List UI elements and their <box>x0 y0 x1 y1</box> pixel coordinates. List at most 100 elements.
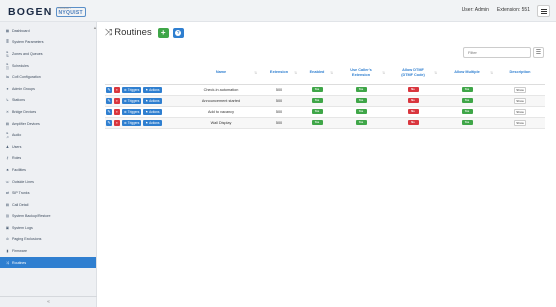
row-actions-cell: ✎ ▪ ⚙ Triggers ⚑ Actions <box>105 117 183 129</box>
sidebar-item-icon: ▤ <box>5 202 10 207</box>
show-description-button[interactable]: Show <box>514 97 526 104</box>
allow-dtmf-cell: No <box>387 117 439 129</box>
sidebar-item-label: Firmware <box>12 249 27 254</box>
show-description-button[interactable]: Show <box>514 119 526 126</box>
column-header-enabled[interactable]: Enabled ⇅ <box>299 62 335 85</box>
sidebar-item-label: Outside Lines <box>12 179 34 184</box>
column-header-allow-multiple[interactable]: Allow Multiple ⇅ <box>439 62 495 85</box>
allow-dtmf-cell: No <box>387 84 439 96</box>
sidebar-item-zones-and-queues[interactable]: ▸ ⇅ Zones and Queues <box>0 48 96 60</box>
description-cell: Show <box>495 84 545 96</box>
sidebar-item-label: System Backup/Restore <box>12 214 51 219</box>
triggers-button[interactable]: ⚙ Triggers <box>122 108 142 115</box>
pencil-icon: ✎ <box>107 120 111 125</box>
sidebar-item-outside-lines[interactable]: ☏ Outside Lines <box>0 176 96 188</box>
hamburger-menu-button[interactable] <box>537 5 550 17</box>
sidebar-item-audio[interactable]: ▸ ♫ Audio <box>0 129 96 141</box>
sidebar-item-system-backup-restore[interactable]: ▥ System Backup/Restore <box>0 211 96 223</box>
sort-icon: ⇅ <box>254 70 257 75</box>
column-header-description[interactable]: Description <box>495 62 545 85</box>
triggers-button[interactable]: ⚙ Triggers <box>122 119 142 126</box>
sidebar-item-users[interactable]: ♟ Users <box>0 141 96 153</box>
sidebar-item-system-logs[interactable]: ▣ System Logs <box>0 222 96 234</box>
row-actions-cell: ✎ ▪ ⚙ Triggers ⚑ Actions <box>105 95 183 107</box>
sort-icon: ⇅ <box>330 70 333 75</box>
sidebar-item-routines[interactable]: ⤨ Routines <box>0 256 96 269</box>
sidebar-item-bridge-devices[interactable]: ✕ Bridge Devices <box>0 106 96 118</box>
row-actions-cell: ✎ ▪ ⚙ Triggers ⚑ Actions <box>105 106 183 118</box>
sidebar-item-label: Roles <box>12 156 22 161</box>
help-button[interactable]: ? <box>172 27 184 38</box>
use-caller-cell: Yes <box>335 95 387 107</box>
column-header-extension[interactable]: Extension ⇅ <box>259 62 299 85</box>
scroll-up-icon[interactable]: ▲ <box>93 25 97 30</box>
sidebar-item-firmware[interactable]: ▮ Firmware <box>0 245 96 257</box>
hamburger-icon-line <box>540 12 547 14</box>
edit-button[interactable]: ✎ <box>106 86 112 93</box>
sidebar-item-icon: ▸ ♫ <box>6 131 9 140</box>
column-header-use-caller[interactable]: Use Caller's Extension ⇅ <box>335 62 387 85</box>
actions-button[interactable]: ⚑ Actions <box>143 86 162 93</box>
sidebar-item-schedules[interactable]: ▸ ◫ Schedules <box>0 60 96 72</box>
sidebar-item-icon: ▦ <box>5 28 10 33</box>
sidebar-item-icon: ♣ <box>6 167 9 172</box>
triggers-button[interactable]: ⚙ Triggers <box>122 86 142 93</box>
column-header-allow-dtmf[interactable]: Allow DTMF (DTMF Code) ⇅ <box>387 62 439 85</box>
delete-button[interactable]: ▪ <box>114 86 120 93</box>
sidebar-scrollbar[interactable]: ▲ <box>93 22 97 307</box>
filter-field[interactable] <box>463 47 531 58</box>
sidebar-item-stations[interactable]: ↳ Stations <box>0 95 96 107</box>
sidebar-item-label: Paging Exclusions <box>12 237 42 242</box>
allow-multiple-cell: Yes <box>439 117 495 129</box>
delete-button[interactable]: ▪ <box>114 97 120 104</box>
sidebar-item-amplifier-devices[interactable]: ▤ Amplifier Devices <box>0 118 96 130</box>
main-content: ⤨ Routines + ? ☰ Name⇅ Extension⇅ Enable… <box>101 22 556 307</box>
allow-multiple-cell: Yes <box>439 95 495 107</box>
actions-button[interactable]: ⚑ Actions <box>143 119 162 126</box>
actions-button[interactable]: ⚑ Actions <box>143 108 162 115</box>
sidebar-item-paging-exclusions[interactable]: ⊘ Paging Exclusions <box>0 234 96 246</box>
hamburger-icon-line <box>540 8 547 10</box>
filter-input[interactable] <box>468 50 530 55</box>
sidebar-item-icon: ≣ <box>5 40 9 45</box>
enabled-badge: Yes <box>311 109 323 114</box>
triggers-button[interactable]: ⚙ Triggers <box>122 97 142 104</box>
row-actions-cell: ✎ ▪ ⚙ Triggers ⚑ Actions <box>105 84 183 96</box>
sidebar-item-roles[interactable]: ⚷ Roles <box>0 153 96 165</box>
allow-dtmf-cell: No <box>387 106 439 118</box>
sidebar-item-system-parameters[interactable]: ≣ System Parameters <box>0 37 96 49</box>
enabled-cell: Yes <box>299 95 335 107</box>
sidebar-item-label: SIP Trunks <box>12 191 30 196</box>
sidebar-item-cofl-configuration[interactable]: ⇋ Cofl Configuration <box>0 71 96 83</box>
sidebar-item-icon: ▸ ◫ <box>5 61 10 70</box>
sidebar-item-dashboard[interactable]: ▦ Dashboard <box>0 25 96 37</box>
sidebar-item-call-detail[interactable]: ▤ Call Detail <box>0 199 96 211</box>
delete-button[interactable]: ▪ <box>114 119 120 126</box>
add-routine-button[interactable]: + <box>157 27 169 38</box>
sidebar-item-icon: ⤨ <box>6 260 9 265</box>
sidebar-item-sip-trunks[interactable]: ⇄ SIP Trunks <box>0 187 96 199</box>
actions-button[interactable]: ⚑ Actions <box>143 97 162 104</box>
sidebar-item-facilities[interactable]: ♣ Facilities <box>0 164 96 176</box>
show-description-button[interactable]: Show <box>514 86 526 93</box>
delete-button[interactable]: ▪ <box>114 108 120 115</box>
edit-button[interactable]: ✎ <box>106 97 112 104</box>
extension-cell: 500 <box>259 106 299 118</box>
column-chooser-button[interactable]: ☰ <box>533 47 544 58</box>
sort-icon: ⇅ <box>294 70 297 75</box>
table-header-row: Name ⇅ Extension ⇅ Enabled ⇅ Use Caller's E… <box>105 62 545 85</box>
sidebar-item-label: Schedules <box>12 63 29 68</box>
description-cell: Show <box>495 117 545 129</box>
edit-button[interactable]: ✎ <box>106 119 112 126</box>
sidebar-item-icon: ⊘ <box>5 237 9 242</box>
sidebar-item-icon: ↳ <box>5 98 9 103</box>
column-header-name[interactable]: Name ⇅ <box>183 62 259 85</box>
sidebar-collapse-button[interactable]: « <box>0 296 97 307</box>
sort-icon: ⇅ <box>434 70 437 75</box>
edit-button[interactable]: ✎ <box>106 108 112 115</box>
show-description-button[interactable]: Show <box>514 108 526 115</box>
sidebar-item-admin-groups[interactable]: ● Admin Groups <box>0 83 96 95</box>
enabled-badge: Yes <box>311 120 323 125</box>
allow-dtmf-badge: No <box>407 109 419 114</box>
pencil-icon: ✎ <box>107 109 111 114</box>
